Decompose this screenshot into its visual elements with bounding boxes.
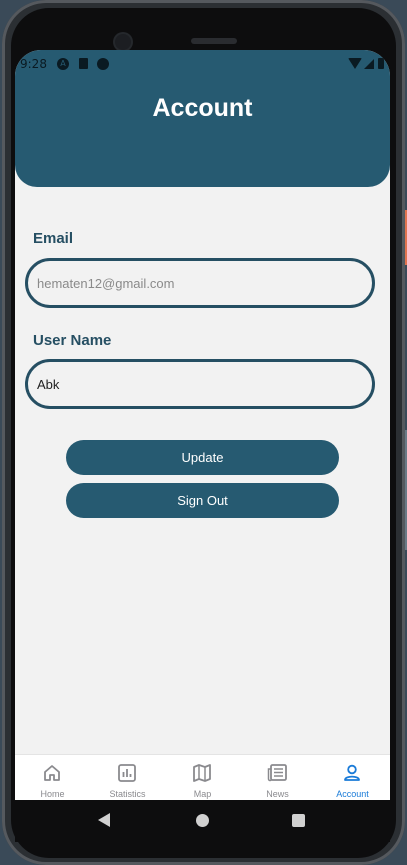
wifi-icon — [348, 58, 362, 69]
email-field[interactable]: hematen12@gmail.com — [25, 258, 375, 308]
account-header: 9:28 A Account — [15, 50, 390, 187]
page-title: Account — [152, 94, 253, 122]
tab-label: Statistics — [109, 789, 146, 799]
recent-apps-icon[interactable] — [292, 814, 305, 827]
tab-label: Map — [193, 789, 212, 799]
status-time: 9:28 — [20, 57, 47, 71]
update-button[interactable]: Update — [66, 440, 339, 475]
tab-label: Home — [40, 789, 65, 799]
sd-card-icon — [79, 58, 88, 69]
sign-out-button[interactable]: Sign Out — [66, 483, 339, 518]
android-nav-bar — [15, 800, 390, 842]
username-label: User Name — [33, 332, 112, 349]
home-icon — [44, 765, 60, 781]
bottom-tab-bar: Home Statistics Map News Account — [15, 754, 390, 800]
person-icon — [344, 764, 360, 781]
bar-chart-icon — [118, 764, 136, 782]
notification-icon: A — [57, 58, 69, 70]
front-camera — [115, 34, 131, 50]
email-label: Email — [33, 230, 74, 247]
tab-statistics[interactable]: Statistics — [90, 755, 165, 800]
earpiece-speaker — [191, 38, 237, 44]
tab-account[interactable]: Account — [315, 755, 390, 800]
sync-icon — [97, 58, 109, 70]
status-bar: 9:28 A — [15, 56, 390, 74]
newspaper-icon — [267, 764, 287, 782]
app-screen: 9:28 A Account Email hematen12@gmail.com… — [15, 50, 390, 800]
tab-map[interactable]: Map — [165, 755, 240, 800]
tab-news[interactable]: News — [240, 755, 315, 800]
tab-home[interactable]: Home — [15, 755, 90, 800]
username-value: Abk — [37, 377, 60, 392]
email-value: hematen12@gmail.com — [37, 276, 175, 291]
home-circle-icon[interactable] — [196, 814, 209, 827]
back-icon[interactable] — [98, 813, 110, 827]
username-field[interactable]: Abk — [25, 359, 375, 409]
battery-icon — [378, 58, 384, 69]
tab-label: Account — [336, 789, 369, 799]
signal-icon — [364, 59, 374, 69]
tab-label: News — [266, 789, 289, 799]
map-icon — [193, 764, 211, 782]
